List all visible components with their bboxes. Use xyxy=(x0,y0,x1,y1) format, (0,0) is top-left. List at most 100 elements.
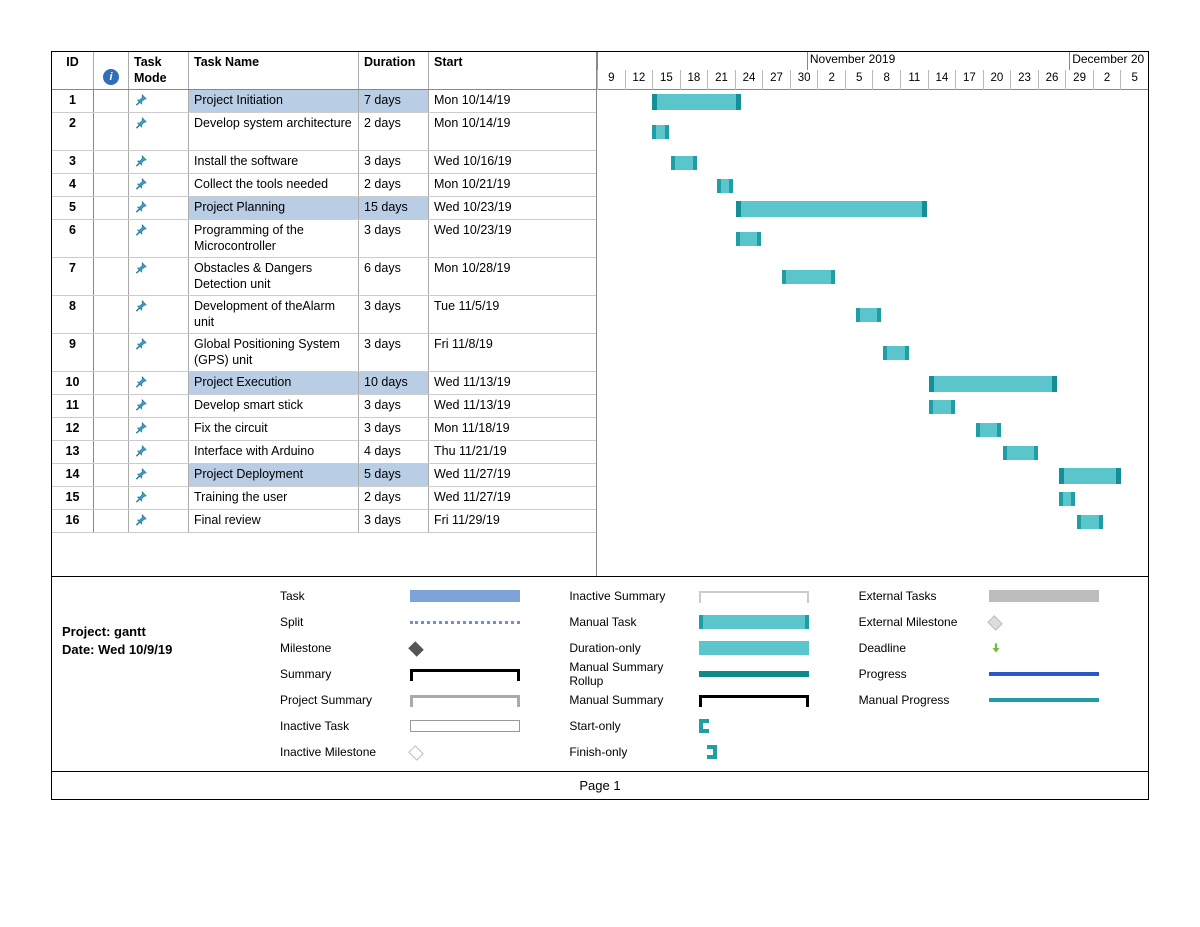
timeline-day: 21 xyxy=(707,70,735,90)
summary-bar[interactable] xyxy=(736,201,928,217)
legend-swatch xyxy=(410,669,520,679)
task-start: Tue 11/5/19 xyxy=(429,296,596,333)
task-row[interactable]: 13 Interface with Arduino 4 days Thu 11/… xyxy=(52,441,596,464)
task-row[interactable]: 4 Collect the tools needed 2 days Mon 10… xyxy=(52,174,596,197)
timeline-day: 14 xyxy=(928,70,956,90)
timeline-day: 18 xyxy=(680,70,708,90)
task-info-cell xyxy=(94,113,129,150)
legend-label: Deadline xyxy=(859,641,989,655)
task-name: Project Execution xyxy=(189,372,359,394)
task-duration: 5 days xyxy=(359,464,429,486)
task-row[interactable]: 1 Project Initiation 7 days Mon 10/14/19 xyxy=(52,90,596,113)
gantt-row xyxy=(597,151,1148,174)
task-bar[interactable] xyxy=(1059,492,1075,506)
legend-label: Manual Task xyxy=(569,615,699,629)
legend-col-3: External TasksExternal MilestoneDeadline… xyxy=(859,583,1148,765)
timeline-day: 11 xyxy=(900,70,928,90)
task-info-cell xyxy=(94,334,129,371)
legend-item: Inactive Milestone xyxy=(280,739,569,765)
task-mode-cell xyxy=(129,220,189,257)
page-footer: Page 1 xyxy=(51,771,1149,800)
task-mode-cell xyxy=(129,418,189,440)
gantt-row xyxy=(597,441,1148,464)
task-info-cell xyxy=(94,441,129,463)
task-name: Project Planning xyxy=(189,197,359,219)
task-duration: 2 days xyxy=(359,113,429,150)
task-row[interactable]: 15 Training the user 2 days Wed 11/27/19 xyxy=(52,487,596,510)
task-row[interactable]: 9 Global Positioning System (GPS) unit 3… xyxy=(52,334,596,372)
timeline-month: December 20 xyxy=(1069,52,1148,70)
task-bar[interactable] xyxy=(1003,446,1038,460)
task-info-cell xyxy=(94,510,129,532)
pin-icon xyxy=(134,467,148,481)
task-bar[interactable] xyxy=(782,270,835,284)
task-start: Mon 10/21/19 xyxy=(429,174,596,196)
task-bar[interactable] xyxy=(717,179,733,193)
task-row[interactable]: 7 Obstacles & Dangers Detection unit 6 d… xyxy=(52,258,596,296)
task-bar[interactable] xyxy=(976,423,1002,437)
task-row[interactable]: 3 Install the software 3 days Wed 10/16/… xyxy=(52,151,596,174)
task-id: 16 xyxy=(52,510,94,532)
task-name: Training the user xyxy=(189,487,359,509)
task-row[interactable]: 10 Project Execution 10 days Wed 11/13/1… xyxy=(52,372,596,395)
task-bar[interactable] xyxy=(671,156,697,170)
legend-label: Task xyxy=(280,589,410,603)
legend-swatch xyxy=(699,719,709,733)
task-duration: 2 days xyxy=(359,174,429,196)
summary-bar[interactable] xyxy=(929,376,1056,392)
task-bar[interactable] xyxy=(652,125,668,139)
legend-label: Project Summary xyxy=(280,693,410,707)
grid-body: 1 Project Initiation 7 days Mon 10/14/19… xyxy=(52,90,596,533)
task-id: 1 xyxy=(52,90,94,112)
task-row[interactable]: 16 Final review 3 days Fri 11/29/19 xyxy=(52,510,596,533)
pin-icon xyxy=(134,116,148,130)
pin-icon xyxy=(134,490,148,504)
task-bar[interactable] xyxy=(883,346,909,360)
gantt-row xyxy=(597,90,1148,113)
pin-icon xyxy=(134,421,148,435)
task-duration: 7 days xyxy=(359,90,429,112)
task-duration: 6 days xyxy=(359,258,429,295)
timeline-day: 8 xyxy=(872,70,900,90)
task-info-cell xyxy=(94,464,129,486)
task-bar[interactable] xyxy=(1077,515,1103,529)
timeline-day: 2 xyxy=(1093,70,1121,90)
task-name: Development of theAlarm unit xyxy=(189,296,359,333)
timeline-day: 15 xyxy=(652,70,680,90)
legend-swatch xyxy=(989,590,1099,602)
task-name: Global Positioning System (GPS) unit xyxy=(189,334,359,371)
summary-bar[interactable] xyxy=(652,94,740,110)
task-id: 8 xyxy=(52,296,94,333)
legend-label: Summary xyxy=(280,667,410,681)
task-info-cell xyxy=(94,258,129,295)
legend-label: External Tasks xyxy=(859,589,989,603)
task-name: Develop smart stick xyxy=(189,395,359,417)
task-row[interactable]: 14 Project Deployment 5 days Wed 11/27/1… xyxy=(52,464,596,487)
legend-item: Split xyxy=(280,609,569,635)
project-date: Date: Wed 10/9/19 xyxy=(62,641,270,659)
task-row[interactable]: 2 Develop system architecture 2 days Mon… xyxy=(52,113,596,151)
task-duration: 15 days xyxy=(359,197,429,219)
legend-col-1: TaskSplitMilestoneSummaryProject Summary… xyxy=(280,583,569,765)
timeline-day: 17 xyxy=(955,70,983,90)
task-mode-cell xyxy=(129,296,189,333)
task-row[interactable]: 8 Development of theAlarm unit 3 days Tu… xyxy=(52,296,596,334)
task-row[interactable]: 12 Fix the circuit 3 days Mon 11/18/19 xyxy=(52,418,596,441)
gantt-row xyxy=(597,258,1148,296)
task-mode-cell xyxy=(129,395,189,417)
task-bar[interactable] xyxy=(929,400,955,414)
task-row[interactable]: 5 Project Planning 15 days Wed 10/23/19 xyxy=(52,197,596,220)
task-bar[interactable] xyxy=(736,232,762,246)
task-id: 11 xyxy=(52,395,94,417)
legend-swatch xyxy=(989,698,1099,702)
task-mode-cell xyxy=(129,174,189,196)
task-info-cell xyxy=(94,296,129,333)
task-row[interactable]: 6 Programming of the Microcontroller 3 d… xyxy=(52,220,596,258)
task-bar[interactable] xyxy=(856,308,882,322)
summary-bar[interactable] xyxy=(1059,468,1122,484)
task-row[interactable]: 11 Develop smart stick 3 days Wed 11/13/… xyxy=(52,395,596,418)
pin-icon xyxy=(134,375,148,389)
gantt-row xyxy=(597,334,1148,372)
task-mode-cell xyxy=(129,441,189,463)
legend-swatch xyxy=(699,695,809,705)
